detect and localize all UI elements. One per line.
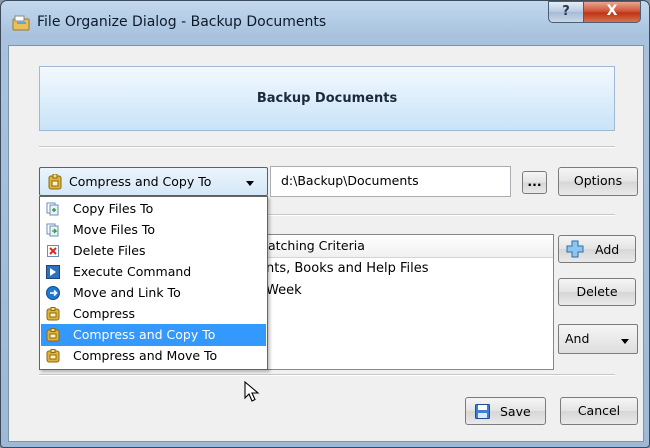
dropdown-item-move-and-link-to[interactable]: Move and Link To	[41, 282, 266, 304]
action-combobox[interactable]: Compress and Copy To	[39, 167, 268, 196]
list-item[interactable]: Week	[266, 283, 302, 298]
dropdown-item-compress[interactable]: Compress	[41, 303, 266, 325]
compress-move-icon	[46, 349, 60, 363]
dropdown-item-label: Compress and Copy To	[73, 327, 216, 342]
add-label: Add	[595, 242, 620, 257]
close-button[interactable]: X	[583, 1, 641, 23]
list-item[interactable]: nts, Books and Help Files	[266, 261, 429, 276]
dropdown-item-compress-and-move-to[interactable]: Compress and Move To	[41, 345, 266, 367]
destination-path-input[interactable]: d:\Backup\Documents	[270, 166, 511, 197]
save-label: Save	[500, 404, 531, 419]
dropdown-item-move-files-to[interactable]: Move Files To	[41, 219, 266, 241]
delete-files-icon	[47, 245, 59, 257]
window-title: File Organize Dialog - Backup Documents	[37, 14, 327, 30]
logic-combobox[interactable]: And	[558, 324, 638, 354]
separator	[39, 146, 615, 148]
action-dropdown-list[interactable]: Copy Files To Move Files To Delete Files	[39, 196, 268, 370]
compress-copy-icon	[46, 328, 60, 342]
compress-copy-icon	[48, 174, 62, 190]
dropdown-item-label: Move Files To	[73, 222, 156, 237]
add-criteria-button[interactable]: Add	[558, 235, 636, 263]
delete-criteria-button[interactable]: Delete	[558, 278, 636, 306]
dropdown-item-delete-files[interactable]: Delete Files	[41, 240, 266, 262]
dropdown-item-label: Compress	[73, 306, 136, 321]
chevron-down-icon	[621, 339, 629, 344]
cancel-button[interactable]: Cancel	[560, 397, 638, 425]
move-link-icon	[46, 286, 60, 300]
options-button[interactable]: Options	[558, 167, 638, 196]
dropdown-item-execute-command[interactable]: Execute Command	[41, 261, 266, 283]
dialog-client-area: Backup Documents Compress and Copy To d:…	[8, 45, 644, 442]
title-bar[interactable]: File Organize Dialog - Backup Documents …	[1, 1, 649, 45]
action-combobox-value: Compress and Copy To	[69, 174, 212, 189]
save-button[interactable]: Save	[465, 397, 546, 425]
copy-files-icon	[46, 202, 59, 216]
dropdown-item-label: Execute Command	[73, 264, 192, 279]
dropdown-item-label: Delete Files	[73, 243, 146, 258]
app-icon	[12, 15, 30, 31]
execute-command-icon	[46, 265, 60, 279]
save-icon	[475, 404, 490, 419]
dropdown-item-label: Copy Files To	[73, 201, 154, 216]
separator	[39, 374, 615, 376]
compress-icon	[46, 307, 60, 321]
mouse-cursor-icon	[244, 381, 260, 402]
help-button[interactable]: ?	[548, 1, 584, 23]
move-files-icon	[46, 223, 59, 237]
criteria-column-label: atching Criteria	[268, 238, 365, 253]
dialog-window: File Organize Dialog - Backup Documents …	[0, 0, 650, 448]
plus-icon	[566, 240, 584, 258]
header-banner: Backup Documents	[39, 66, 615, 131]
dropdown-item-copy-files-to[interactable]: Copy Files To	[41, 198, 266, 220]
dropdown-item-compress-and-copy-to[interactable]: Compress and Copy To	[41, 324, 266, 346]
dropdown-item-label: Move and Link To	[73, 285, 181, 300]
dropdown-item-label: Compress and Move To	[73, 348, 218, 363]
browse-button[interactable]: ...	[522, 171, 547, 194]
chevron-down-icon	[246, 181, 254, 186]
logic-combobox-value: And	[565, 331, 590, 346]
